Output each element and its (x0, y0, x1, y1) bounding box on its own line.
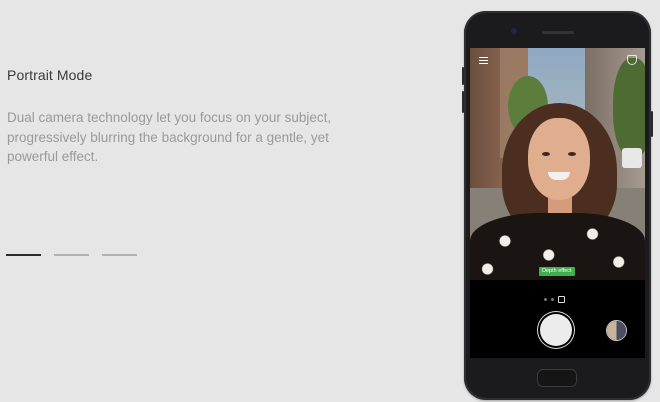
mode-indicator (544, 296, 565, 303)
pager-indicator-3[interactable] (102, 254, 137, 256)
phone-mockup: Depth effect (462, 11, 653, 400)
background-tree-right (613, 58, 645, 158)
feature-description: Dual camera technology let you focus on … (7, 110, 332, 165)
subject-eyes (542, 152, 576, 156)
side-button-volume-up (462, 67, 464, 85)
camera-viewfinder[interactable]: Depth effect (470, 48, 645, 280)
side-button-volume-down (462, 91, 464, 113)
page-title: Portrait Mode (7, 67, 93, 83)
camera-mode-icon[interactable] (627, 55, 637, 65)
earpiece (542, 31, 574, 34)
pager-indicator-1[interactable] (6, 254, 41, 256)
mode-dot[interactable] (551, 298, 554, 301)
subject-face (528, 118, 590, 200)
mode-dot-active[interactable] (558, 296, 565, 303)
switch-camera-icon[interactable] (607, 321, 626, 340)
side-button-power (651, 111, 653, 137)
depth-effect-badge: Depth effect (539, 267, 575, 276)
phone-screen: Depth effect (470, 48, 645, 358)
background-car (622, 148, 642, 168)
front-camera (511, 28, 517, 34)
mode-dot[interactable] (544, 298, 547, 301)
menu-icon[interactable] (479, 57, 488, 64)
slide-pager (6, 254, 137, 256)
pager-indicator-2[interactable] (54, 254, 89, 256)
shutter-button[interactable] (540, 314, 572, 346)
home-button[interactable] (537, 369, 577, 387)
